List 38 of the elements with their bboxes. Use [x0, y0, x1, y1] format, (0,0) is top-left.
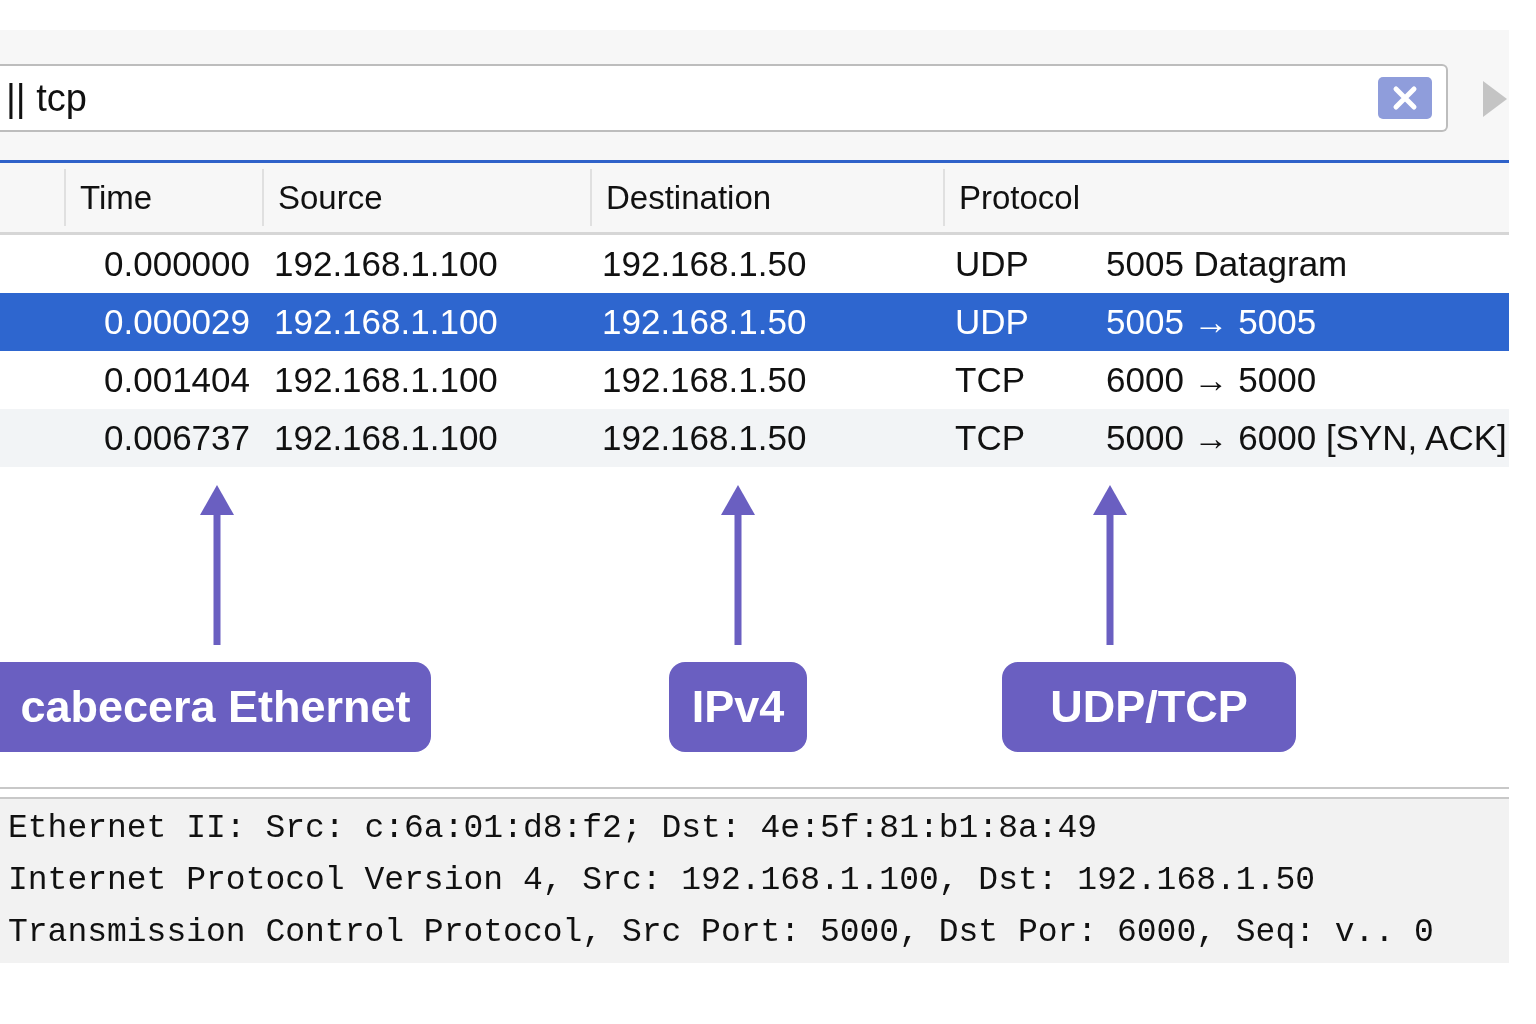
callout-label: cabecera Ethernet: [0, 662, 431, 752]
table-cell-text: TCP: [954, 416, 1026, 459]
table-cell-text: 192.168.1.50: [601, 242, 808, 285]
table-cell-text: 6000 → 5000: [1105, 358, 1318, 401]
table-cell-text: TCP: [954, 358, 1026, 401]
table-cell-text: 192.168.1.100: [273, 300, 499, 343]
callout-label: UDP/TCP: [1002, 662, 1296, 752]
table-cell-text: 5005 Datagram: [1105, 242, 1349, 285]
column-header[interactable]: Destination: [590, 169, 943, 226]
table-cell-text: 192.168.1.100: [273, 242, 499, 285]
apply-filter-icon[interactable]: [1482, 80, 1508, 118]
table-cell-text: 192.168.1.50: [601, 300, 808, 343]
column-header[interactable]: Time: [64, 169, 262, 226]
table-row[interactable]: 0.000000 192.168.1.100 192.168.1.50 UDP 5005 Datagram: [0, 235, 1509, 293]
table-cell-text: 0.000000: [103, 242, 251, 285]
clear-button[interactable]: [1378, 77, 1432, 119]
packet-detail-line[interactable]: Internet Protocol Version 4, Src: 192.168.1.100, Dst: 192.168.1.50: [8, 855, 1501, 907]
table-cell-text: 0.001404: [103, 358, 251, 401]
table-row[interactable]: 0.000029 192.168.1.100 192.168.1.50 UDP 5005 → 5005: [0, 293, 1509, 351]
callout-label: IPv4: [669, 662, 807, 752]
table-row[interactable]: 0.006737 192.168.1.100 192.168.1.50 TCP 5000 → 6000 [SYN, ACK]: [0, 409, 1509, 467]
table-cell-text: 5000 → 6000 [SYN, ACK]: [1105, 416, 1508, 459]
packet-detail-line[interactable]: Transmission Control Protocol, Src Port: 5000, Dst Por: 6000, Seq: v.. 0: [8, 907, 1501, 959]
column-header[interactable]: Source: [262, 169, 590, 226]
table-cell-text: 192.168.1.100: [273, 416, 499, 459]
table-cell-text: 192.168.1.50: [601, 358, 808, 401]
packet-detail-line[interactable]: Ethernet II: Src: c:6a:01:d8:f2; Dst: 4e:5f:81:b1:8a:49: [8, 803, 1501, 855]
filter-bar[interactable]: || tcp: [0, 64, 1448, 132]
close-icon: [1392, 85, 1418, 111]
table-cell-text: UDP: [954, 242, 1030, 285]
table-row[interactable]: 0.001404 192.168.1.100 192.168.1.50 TCP 6000 → 5000: [0, 351, 1509, 409]
table-cell-text: 0.000029: [103, 300, 251, 343]
column-header[interactable]: Protocol: [943, 169, 1509, 226]
table-cell-text: 5005 → 5005: [1105, 300, 1318, 343]
table-cell-text: 192.168.1.100: [273, 358, 499, 401]
table-cell-text: 0.006737: [103, 416, 251, 459]
table-cell-text: 192.168.1.50: [601, 416, 808, 459]
table-cell-text: UDP: [954, 300, 1030, 343]
